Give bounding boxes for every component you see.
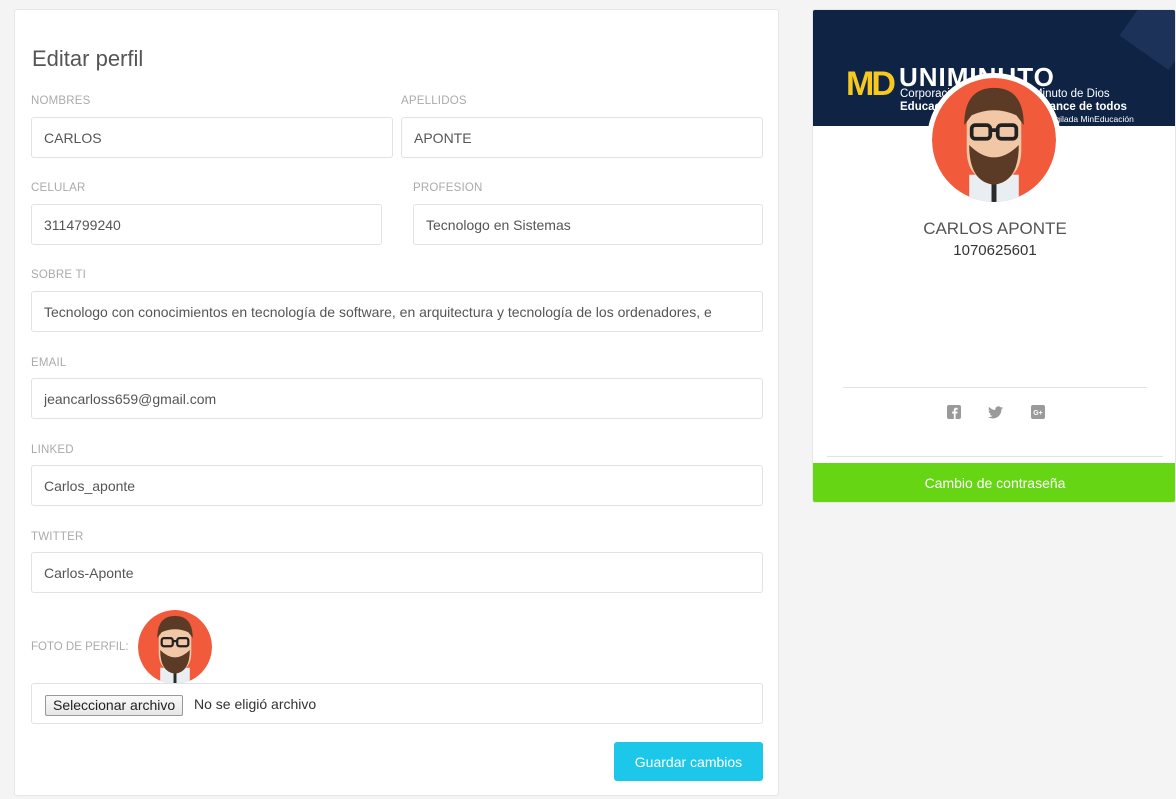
- twitter-input[interactable]: [31, 552, 763, 593]
- page-title: Editar perfil: [32, 46, 144, 71]
- google-plus-icon[interactable]: G+: [1030, 404, 1046, 420]
- profesion-input[interactable]: [413, 204, 763, 245]
- divider: [843, 387, 1147, 388]
- save-changes-button[interactable]: Guardar cambios: [614, 742, 763, 781]
- banner-line-3: Vigilada MinEducación: [1048, 114, 1134, 124]
- twitter-icon[interactable]: [987, 404, 1003, 420]
- file-input: Seleccionar archivo No se eligió archivo: [31, 683, 763, 724]
- photo-label: FOTO DE PERFIL:: [31, 641, 129, 653]
- celular-label: CELULAR: [31, 182, 86, 194]
- user-name: CARLOS APONTE: [923, 219, 1067, 238]
- celular-input[interactable]: [31, 204, 382, 245]
- banner-corner-decoration: [1119, 10, 1175, 70]
- email-input[interactable]: [31, 378, 763, 419]
- avatar: [927, 73, 1061, 207]
- apellidos-label: APELLIDOS: [401, 95, 467, 107]
- linked-input[interactable]: [31, 465, 763, 506]
- facebook-icon[interactable]: [946, 404, 962, 420]
- nombres-label: NOMBRES: [31, 95, 91, 107]
- sobre-ti-label: SOBRE TI: [31, 269, 87, 281]
- svg-text:G+: G+: [1033, 410, 1043, 417]
- apellidos-input[interactable]: [401, 117, 763, 158]
- user-profile-card: MD UNIMINUTO Corporación Universitaria M…: [812, 9, 1176, 503]
- profesion-label: PROFESION: [413, 182, 483, 194]
- divider: [827, 456, 1163, 457]
- email-label: EMAIL: [31, 357, 67, 369]
- nombres-input[interactable]: [31, 117, 393, 158]
- university-logo-mark: MD: [846, 65, 896, 103]
- profile-photo-thumbnail: [138, 610, 212, 684]
- select-file-button[interactable]: Seleccionar archivo: [45, 695, 184, 716]
- change-password-button[interactable]: Cambio de contraseña: [813, 463, 1175, 502]
- user-id-number: 1070625601: [953, 242, 1037, 259]
- linked-label: LINKED: [31, 444, 74, 456]
- file-status-text: No se eligió archivo: [194, 696, 317, 712]
- sobre-ti-input[interactable]: [31, 291, 763, 332]
- twitter-label: TWITTER: [31, 531, 84, 543]
